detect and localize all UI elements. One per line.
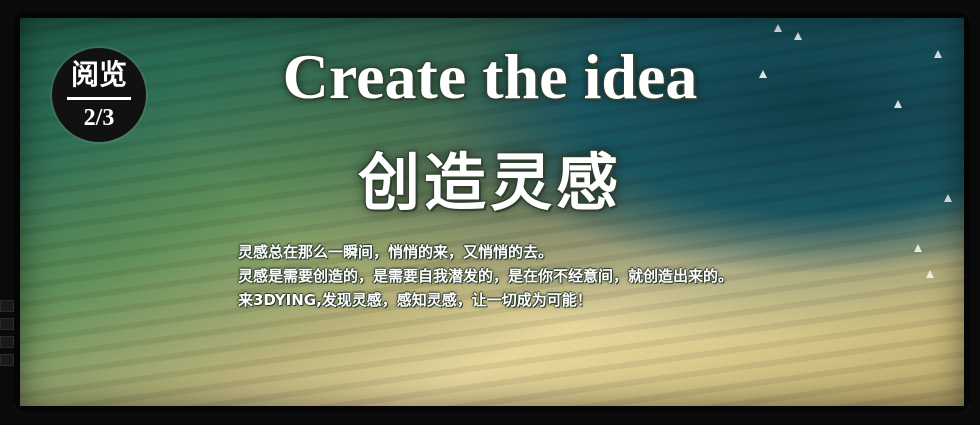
left-edge-tabs bbox=[0, 300, 14, 370]
description-line: 灵感是需要创造的，是需要自我潜发的，是在你不经意间，就创造出来的。 bbox=[238, 267, 734, 285]
description-line: 来3DYING,发现灵感，感知灵感，让一切成为可能！ bbox=[238, 291, 592, 309]
boat-icon bbox=[774, 24, 782, 32]
edge-tab bbox=[0, 336, 14, 348]
description-line: 灵感总在那么一瞬间，悄悄的来，又悄悄的去。 bbox=[238, 243, 554, 261]
edge-tab bbox=[0, 300, 14, 312]
banner-title-chinese: 创造灵感 bbox=[357, 146, 622, 219]
banner-description: 灵感总在那么一瞬间，悄悄的来，又悄悄的去。 灵感是需要创造的，是需要自我潜发的，… bbox=[238, 240, 938, 312]
edge-tab bbox=[0, 318, 14, 330]
banner-root: 阅览 2/3 Create the idea 创造灵感 灵感总在那么一瞬间，悄悄… bbox=[0, 0, 980, 425]
edge-tab bbox=[0, 354, 14, 366]
boat-icon bbox=[794, 32, 802, 40]
banner-title-english: Create the idea bbox=[282, 41, 698, 112]
